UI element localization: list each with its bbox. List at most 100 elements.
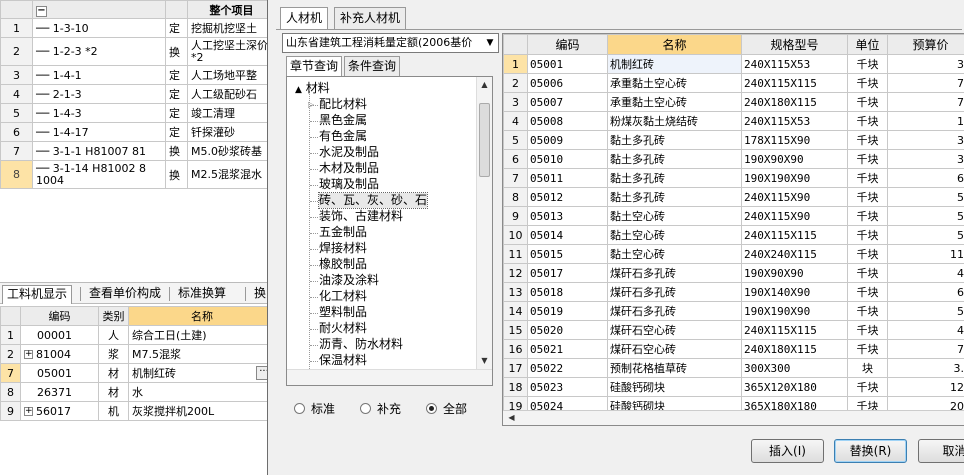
table-row[interactable]: 1605021煤矸石空心砖240X180X115千块77: [503, 339, 964, 359]
tab-unit-price[interactable]: 查看单价构成: [85, 285, 165, 304]
tree-item[interactable]: 水泥及制品: [319, 145, 379, 160]
tree-item-label: 配比材料: [319, 97, 368, 111]
tree-item[interactable]: 黑色金属: [319, 113, 367, 128]
row-code: ── 1-4-17: [32, 122, 166, 142]
table-row[interactable]: 905013黏土空心砖240X115X90千块50: [503, 206, 964, 226]
table-row[interactable]: 9 +56017 机 灰浆搅拌机200L: [0, 401, 276, 421]
tree-item[interactable]: 耐火材料: [319, 321, 367, 336]
collapse-toggle-icon[interactable]: −: [36, 5, 47, 17]
table-row-selected[interactable]: 8 ── 3-1-14 H81002 8 1004 换 M2.5混浆混水: [0, 160, 276, 189]
table-row[interactable]: 1405019煤矸石多孔砖190X190X90千块53: [503, 301, 964, 321]
table-row[interactable]: 1705022预制花格植草砖300X300块3.4: [503, 358, 964, 378]
table-horizontal-scrollbar[interactable]: ◀: [503, 410, 964, 425]
tab-separator: [169, 287, 170, 301]
tree-item[interactable]: 橡胶制品: [319, 257, 367, 272]
radio-supplement[interactable]: 补充: [360, 400, 401, 417]
scroll-down-icon[interactable]: ▼: [477, 354, 492, 368]
row-code: 05018: [527, 282, 608, 302]
col-header-name[interactable]: 名称: [128, 306, 276, 326]
radio-standard[interactable]: 标准: [294, 400, 335, 417]
chevron-down-icon[interactable]: ▼: [482, 34, 498, 52]
table-row[interactable]: 805012黏土多孔砖240X115X90千块50: [503, 187, 964, 207]
tree-item[interactable]: 油漆及涂料: [319, 273, 379, 288]
col-header-price[interactable]: 预算价: [887, 34, 964, 55]
radio-all[interactable]: 全部: [426, 400, 467, 417]
expand-plus-icon[interactable]: +: [24, 350, 33, 359]
col-header-code[interactable]: 编码: [20, 306, 99, 326]
table-row[interactable]: 5 ── 1-4-3 定 竣工清理: [0, 103, 276, 123]
table-row[interactable]: 1505020煤矸石空心砖240X115X115千块47: [503, 320, 964, 340]
radio-standard-dot[interactable]: [294, 403, 305, 414]
tree-collapse-icon[interactable]: ▲: [295, 85, 302, 95]
expand-plus-icon[interactable]: +: [24, 407, 33, 416]
cancel-button[interactable]: 取消: [918, 439, 964, 463]
table-row[interactable]: 705011黏土多孔砖190X190X90千块67: [503, 168, 964, 188]
col-header-category[interactable]: 类别: [98, 306, 129, 326]
table-row[interactable]: 3 ── 1-4-1 定 人工场地平整: [0, 65, 276, 85]
row-category: 机: [98, 401, 129, 421]
col-header-spec[interactable]: 规格型号: [741, 34, 848, 55]
row-code: 05007: [527, 92, 608, 112]
table-row[interactable]: 605010黏土多孔砖190X90X90千块31: [503, 149, 964, 169]
tab-chapter-query[interactable]: 章节查询: [286, 56, 343, 77]
table-row[interactable]: 1305018煤矸石多孔砖190X140X90千块63: [503, 282, 964, 302]
table-row[interactable]: 6 ── 1-4-17 定 钎探灌砂: [0, 122, 276, 142]
table-row[interactable]: 1005014黏土空心砖240X115X115千块59: [503, 225, 964, 245]
tab-standard-conversion[interactable]: 标准换算: [174, 285, 230, 304]
table-row[interactable]: 1105015黏土空心砖240X240X115千块110: [503, 244, 964, 264]
tree-root[interactable]: ▲ 材料: [295, 81, 330, 98]
tree-vertical-scrollbar[interactable]: ▲ ▼: [476, 77, 492, 385]
quota-library-select[interactable]: 山东省建筑工程消耗量定额(2006基价 ▼: [282, 33, 499, 53]
tree-branch-line: [310, 281, 318, 282]
insert-button[interactable]: 插入(I): [751, 439, 824, 463]
table-row[interactable]: 505009黏土多孔砖178X115X90千块39: [503, 130, 964, 150]
tab-supplementary-resources[interactable]: 补充人材机: [334, 7, 407, 29]
table-row[interactable]: 7 ── 3-1-1 H81007 81 换 M5.0砂浆砖基: [0, 141, 276, 161]
table-row[interactable]: 405008粉煤灰黏土烧结砖240X115X53千块18: [503, 111, 964, 131]
tab-condition-query[interactable]: 条件查询: [344, 56, 401, 76]
tree-item[interactable]: ▷ 配比材料: [308, 97, 368, 112]
tab-resources[interactable]: 人材机: [280, 7, 329, 30]
table-row[interactable]: 305007承重黏土空心砖240X180X115千块77: [503, 92, 964, 112]
tree-item[interactable]: 化工材料: [319, 289, 367, 304]
col-header-name[interactable]: 名称: [607, 34, 742, 55]
scroll-thumb[interactable]: [479, 103, 490, 177]
tab-labor-material-machine[interactable]: 工料机显示: [2, 285, 73, 304]
tree-expand-icon[interactable]: ▷: [308, 97, 314, 112]
table-row[interactable]: 1205017煤矸石多孔砖190X90X90千块47: [503, 263, 964, 283]
tree-horizontal-scrollbar[interactable]: [287, 369, 492, 385]
tree-item[interactable]: 装饰、古建材料: [319, 209, 403, 224]
tree-item[interactable]: 沥青、防水材料: [319, 337, 403, 352]
tree-item[interactable]: 玻璃及制品: [319, 177, 379, 192]
header-blank-cell: [165, 0, 188, 19]
table-row[interactable]: 1805023硅酸钙砌块365X120X180千块126: [503, 377, 964, 397]
row-index: 3: [503, 92, 528, 112]
tree-item[interactable]: 木材及制品: [319, 161, 379, 176]
table-row[interactable]: 4 ── 2-1-3 定 人工级配砂石: [0, 84, 276, 104]
replace-button[interactable]: 替换(R): [834, 439, 907, 463]
row-code-text: 56017: [36, 404, 71, 418]
table-row[interactable]: 1 ── 1-3-10 定 挖掘机挖坚土: [0, 18, 276, 38]
radio-supplement-dot[interactable]: [360, 403, 371, 414]
table-row[interactable]: 2 +81004 浆 M7.5混浆: [0, 344, 276, 364]
tree-item-label: 五金制品: [319, 225, 368, 239]
col-header-code[interactable]: 编码: [527, 34, 608, 55]
table-row-selected[interactable]: 7 05001 材 机制红砖 ···: [0, 363, 276, 383]
tree-item[interactable]: 砖、瓦、灰、砂、石: [317, 192, 429, 209]
col-header-unit[interactable]: 单位: [847, 34, 888, 55]
tree-item[interactable]: 焊接材料: [319, 241, 367, 256]
table-row[interactable]: 8 26371 材 水: [0, 382, 276, 402]
table-row-selected[interactable]: 105001机制红砖240X115X53千块30: [503, 54, 964, 74]
table-row[interactable]: 205006承重黏土空心砖240X115X115千块75: [503, 73, 964, 93]
tree-item[interactable]: 塑料制品: [319, 305, 367, 320]
table-row[interactable]: 1 00001 人 综合工日(土建): [0, 325, 276, 345]
radio-all-dot[interactable]: [426, 403, 437, 414]
table-row[interactable]: 2 ── 1-2-3 *2 换 人工挖坚土深价*2: [0, 37, 276, 66]
tree-item[interactable]: 保温材料: [319, 353, 367, 368]
scroll-left-icon[interactable]: ◀: [504, 411, 519, 425]
tree-item[interactable]: 五金制品: [319, 225, 367, 240]
row-name: 综合工日(土建): [128, 325, 276, 345]
row-name: 预制花格植草砖: [607, 358, 742, 378]
scroll-up-icon[interactable]: ▲: [477, 78, 492, 92]
tree-item[interactable]: 有色金属: [319, 129, 367, 144]
